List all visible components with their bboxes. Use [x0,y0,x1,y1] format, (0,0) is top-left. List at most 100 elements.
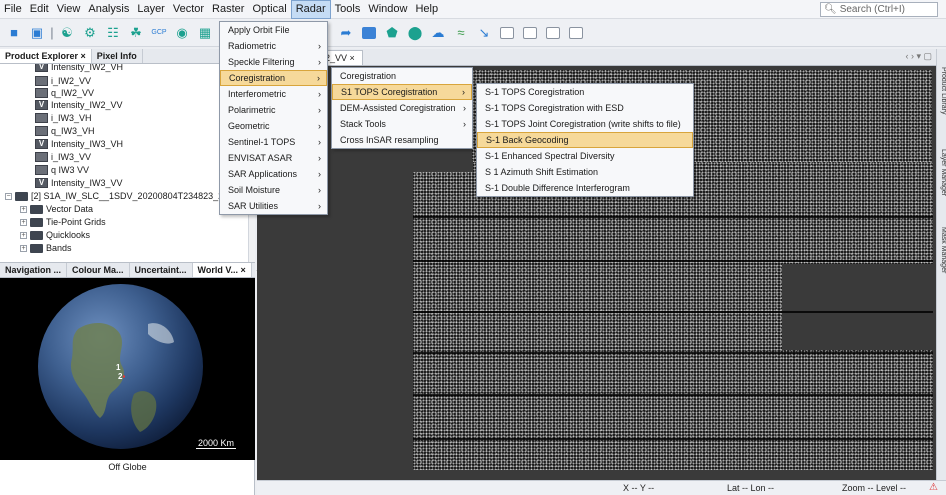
menu-item-s1-enhanced-spectral-diversity[interactable]: S-1 Enhanced Spectral Diversity [477,148,693,164]
tree-band[interactable]: V Intensity_IW2_VH [35,64,123,73]
menu-item-sar-applications[interactable]: SAR Applications › [220,166,327,182]
tree-band[interactable]: V Intensity_IW3_VH [35,138,123,150]
ellipse-tool-icon[interactable]: ⬤ [405,23,425,43]
pin-tool-icon[interactable]: ➦ [336,23,356,43]
tree-band[interactable]: V Intensity_IW2_VV [35,99,123,111]
menu-item-stack-tools[interactable]: Stack Tools › [332,116,472,132]
folder-icon [30,217,43,227]
tree-label: Intensity_IW2_VV [51,100,123,110]
gcp-placing-icon[interactable]: ≈ [451,23,471,43]
menu-item-geometric[interactable]: Geometric › [220,118,327,134]
draw-rectangle-icon[interactable] [359,23,379,43]
tile-even-icon[interactable] [497,23,517,43]
tree-folder[interactable]: + Tie-Point Grids [20,216,106,228]
folder-icon [30,204,43,214]
menu-item-dem-assisted-coregistration[interactable]: DEM-Assisted Coregistration › [332,100,472,116]
menu-item-s1-back-geocoding[interactable]: S-1 Back Geocoding [477,132,693,148]
menu-item-cross-insar-resampling[interactable]: Cross InSAR resampling [332,132,472,148]
tree-folder[interactable]: + Vector Data [20,203,93,215]
expand-icon[interactable]: − [5,192,12,200]
tree-folder[interactable]: + Quicklooks [20,229,90,241]
tab-navigation[interactable]: Navigation ... [0,263,68,277]
tree-product[interactable]: − [2] S1A_IW_SLC__1SDV_20200804T234823_20… [5,190,248,202]
menu-item-apply-orbit-file[interactable]: Apply Orbit File [220,22,327,38]
tree-band[interactable]: q_IW2_VV [35,87,94,99]
tab-layer-manager[interactable]: Layer Manager [938,149,946,196]
statistics-icon[interactable]: ▦ [195,23,215,43]
menu-vector[interactable]: Vector [169,0,208,19]
menu-item-coregistration-op[interactable]: Coregistration [332,68,472,84]
menu-tools[interactable]: Tools [331,0,365,19]
save-product-icon[interactable]: ▣ [27,23,47,43]
world-view-globe[interactable]: 1 2▪ 2000 Km [0,278,255,460]
menu-optical[interactable]: Optical [248,0,290,19]
layer-icon[interactable]: ◉ [172,23,192,43]
menu-item-interferometric[interactable]: Interferometric › [220,86,327,102]
menu-item-envisat-asar[interactable]: ENVISAT ASAR › [220,150,327,166]
menu-raster[interactable]: Raster [208,0,248,19]
menu-item-soil-moisture[interactable]: Soil Moisture › [220,182,327,198]
menu-item-s1-double-difference-interferogram[interactable]: S-1 Double Difference Interferogram [477,180,693,196]
menu-file[interactable]: File [0,0,26,19]
magic-wand-icon[interactable]: ☁ [428,23,448,43]
product-marker-2[interactable]: 2▪ [118,372,125,381]
menu-item-radiometric[interactable]: Radiometric › [220,38,327,54]
image-gap [782,264,933,350]
menu-analysis[interactable]: Analysis [84,0,133,19]
tab-mask-manager[interactable]: Mask Manager [938,227,946,273]
tree-band[interactable]: i_IW3_VV [35,151,91,163]
tile-horizontal-icon[interactable] [520,23,540,43]
menu-item-speckle-filtering[interactable]: Speckle Filtering › [220,54,327,70]
tab-colour-manipulation[interactable]: Colour Ma... [67,263,130,277]
polygon-tool-icon[interactable]: ⬟ [382,23,402,43]
menu-edit[interactable]: Edit [26,0,53,19]
product-marker-1[interactable]: 1 [116,363,120,372]
continents-shape [70,322,174,432]
menu-item-s1-azimuth-shift-estimation[interactable]: S 1 Azimuth Shift Estimation [477,164,693,180]
expand-icon[interactable]: + [20,205,27,213]
tree-band[interactable]: V Intensity_IW3_VV [35,177,123,189]
gcp-tool-icon[interactable]: GCP [149,23,169,43]
tile-vertical-icon[interactable] [543,23,563,43]
line-tool-icon[interactable]: ↘ [474,23,494,43]
tree-band[interactable]: i_IW2_VV [35,75,91,87]
menu-radar[interactable]: Radar [290,0,331,19]
tree-band[interactable]: i_IW3_VH [35,112,92,124]
expand-icon[interactable]: + [20,231,27,239]
menu-item-s1-tops-coreg-esd[interactable]: S-1 TOPS Coregistration with ESD [477,100,693,116]
tab-product-library[interactable]: Product Library [938,67,946,114]
tab-uncertainty[interactable]: Uncertaint... [130,263,193,277]
menu-item-coregistration[interactable]: Coregistration › [220,70,327,86]
search-input[interactable]: 🔍︎ Search (Ctrl+I) [820,2,938,17]
batch-icon[interactable]: ☘ [126,23,146,43]
submenu-arrow-icon: › [318,153,321,163]
tree-band[interactable]: q_IW3_VH [35,125,95,137]
menu-item-sar-utilities[interactable]: SAR Utilities › [220,198,327,214]
tab-product-explorer[interactable]: Product Explorer × [0,49,92,63]
expand-icon[interactable]: + [20,218,27,226]
menu-item-s1-tops-coreg[interactable]: S-1 TOPS Coregistration [477,84,693,100]
tab-navigation-icons[interactable]: ‹ › ▾ ▢ [905,51,932,62]
close-tab-icon[interactable]: × [350,53,355,63]
tree-band[interactable]: q IW3 VV [35,164,89,176]
tab-pixel-info[interactable]: Pixel Info [92,49,143,63]
band-icon [35,88,48,98]
folder-icon[interactable] [566,23,586,43]
filter-icon[interactable]: ⚙ [80,23,100,43]
tree-folder[interactable]: + Bands [20,242,72,254]
band-maths-icon[interactable]: ☯ [57,23,77,43]
menu-window[interactable]: Window [364,0,411,19]
menu-item-sentinel-1-tops[interactable]: Sentinel-1 TOPS › [220,134,327,150]
menu-layer[interactable]: Layer [133,0,169,19]
graph-icon[interactable]: ☷ [103,23,123,43]
menu-help[interactable]: Help [411,0,442,19]
expand-icon[interactable]: + [20,244,27,252]
menu-item-polarimetric[interactable]: Polarimetric › [220,102,327,118]
menu-item-s1-tops-joint-coreg[interactable]: S-1 TOPS Joint Coregistration (write shi… [477,116,693,132]
tree-label: Intensity_IW3_VH [51,139,124,149]
tab-world-view[interactable]: World V... × [192,263,252,277]
menu-item-s1-tops-coregistration[interactable]: S1 TOPS Coregistration › [332,84,472,100]
menu-view[interactable]: View [53,0,85,19]
open-product-icon[interactable]: ■ [4,23,24,43]
error-indicator-icon[interactable]: ⚠ [929,482,938,493]
